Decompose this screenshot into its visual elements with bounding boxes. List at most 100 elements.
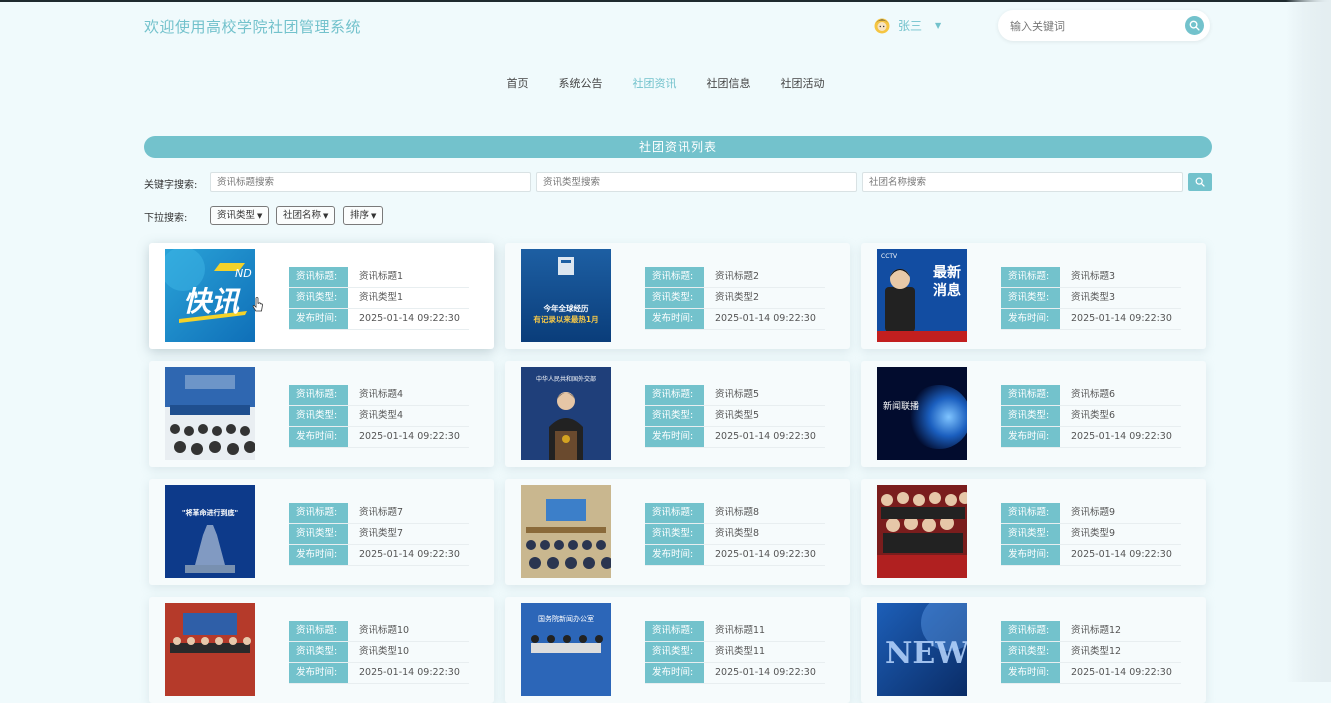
svg-text:新闻联播: 新闻联播 <box>883 400 919 412</box>
club-search-input[interactable] <box>862 172 1183 192</box>
news-type-label: 资讯类型: <box>1001 406 1060 426</box>
news-title: 资讯标题1 <box>359 271 404 282</box>
news-title: 资讯标题9 <box>1071 507 1116 518</box>
news-thumbnail[interactable]: 中华人民共和国外交部 <box>521 367 611 460</box>
global-search-input[interactable] <box>1008 17 1177 35</box>
news-thumbnail-image <box>877 485 967 578</box>
user-avatar-icon <box>874 18 890 34</box>
news-thumbnail[interactable]: 最新 消息 CCTV <box>877 249 967 342</box>
news-thumbnail[interactable] <box>877 485 967 578</box>
dropdown-label: 排序 <box>350 210 370 221</box>
news-type: 资讯类型5 <box>715 410 760 421</box>
dropdown-label: 资讯类型 <box>217 210 256 221</box>
news-title: 资讯标题6 <box>1071 389 1116 400</box>
publish-time: 2025-01-14 09:22:30 <box>1071 431 1172 442</box>
news-thumbnail[interactable]: 今年全球经历 有记录以来最热1月 <box>521 249 611 342</box>
publish-time-label: 发布时间: <box>645 663 704 683</box>
news-card[interactable]: 资讯标题: 资讯标题8 资讯类型: 资讯类型8 发布时间: 2025-01-14 09… <box>505 479 850 585</box>
news-card[interactable]: NEW 资讯标题: 资讯标题12 资讯类型: 资讯类型12 发布时间: 2025-01… <box>861 597 1206 703</box>
news-card[interactable]: 资讯标题: 资讯标题10 资讯类型: 资讯类型10 发布时间: 2025-01-14 … <box>149 597 494 703</box>
user-menu[interactable]: 张三 ▼ <box>873 16 941 34</box>
publish-time-label: 发布时间: <box>1001 427 1060 447</box>
club-name-dropdown[interactable]: 社团名称 ▼ <box>276 206 336 225</box>
nav-item-home[interactable]: 首页 <box>507 75 529 91</box>
publish-time: 2025-01-14 09:22:30 <box>1071 549 1172 560</box>
search-icon <box>1195 177 1205 187</box>
news-thumbnail[interactable]: NEW <box>877 603 967 696</box>
publish-time-label: 发布时间: <box>1001 545 1060 565</box>
news-card[interactable]: 今年全球经历 有记录以来最热1月 资讯标题: 资讯标题2 资讯类型: 资讯类型2 发… <box>505 243 850 349</box>
news-thumbnail[interactable] <box>165 367 255 460</box>
news-card[interactable]: "将革命进行到底" 资讯标题: 资讯标题7 资讯类型: 资讯类型7 发布时间: 202… <box>149 479 494 585</box>
publish-time-label: 发布时间: <box>289 663 348 683</box>
publish-time: 2025-01-14 09:22:30 <box>715 431 816 442</box>
news-card[interactable]: 新闻联播 资讯标题: 资讯标题6 资讯类型: 资讯类型6 发布时间: 2025-01-… <box>861 361 1206 467</box>
news-thumbnail[interactable] <box>521 485 611 578</box>
dropdown-label: 社团名称 <box>283 210 322 221</box>
publish-time-label: 发布时间: <box>645 427 704 447</box>
news-title-label: 资讯标题: <box>645 503 704 523</box>
news-info-table: 资讯标题: 资讯标题11 资讯类型: 资讯类型11 发布时间: 2025-01-14 … <box>645 621 825 684</box>
news-type: 资讯类型4 <box>359 410 404 421</box>
news-title-label: 资讯标题: <box>1001 621 1060 641</box>
news-title-label: 资讯标题: <box>1001 503 1060 523</box>
nav-item-club-activities[interactable]: 社团活动 <box>781 75 825 91</box>
news-type: 资讯类型11 <box>715 646 766 657</box>
title-search-input[interactable] <box>210 172 531 192</box>
news-info-table: 资讯标题: 资讯标题4 资讯类型: 资讯类型4 发布时间: 2025-01-14 09… <box>289 385 469 448</box>
news-title: 资讯标题10 <box>359 625 410 636</box>
nav-item-club-info[interactable]: 社团信息 <box>707 75 751 91</box>
nav-item-announcements[interactable]: 系统公告 <box>559 75 603 91</box>
news-card[interactable]: 国务院新闻办公室 资讯标题: 资讯标题11 资讯类型: 资讯类型11 发布时间: 20… <box>505 597 850 703</box>
svg-text:消息: 消息 <box>933 282 961 299</box>
publish-time-label: 发布时间: <box>1001 309 1060 329</box>
type-search-input[interactable] <box>536 172 857 192</box>
news-type-dropdown[interactable]: 资讯类型 ▼ <box>210 206 270 225</box>
news-info-table: 资讯标题: 资讯标题6 资讯类型: 资讯类型6 发布时间: 2025-01-14 09… <box>1001 385 1181 448</box>
news-card[interactable]: 资讯标题: 资讯标题4 资讯类型: 资讯类型4 发布时间: 2025-01-14 09… <box>149 361 494 467</box>
news-title: 资讯标题2 <box>715 271 760 282</box>
nav-item-club-news[interactable]: 社团资讯 <box>633 75 677 91</box>
news-title-label: 资讯标题: <box>289 385 348 405</box>
news-title-label: 资讯标题: <box>645 385 704 405</box>
news-info-table: 资讯标题: 资讯标题5 资讯类型: 资讯类型5 发布时间: 2025-01-14 09… <box>645 385 825 448</box>
user-name: 张三 <box>898 18 923 33</box>
news-type: 资讯类型1 <box>359 292 404 303</box>
sort-dropdown[interactable]: 排序 ▼ <box>343 206 384 225</box>
svg-text:NEW: NEW <box>885 636 967 671</box>
news-type: 资讯类型3 <box>1071 292 1116 303</box>
publish-time: 2025-01-14 09:22:30 <box>1071 313 1172 324</box>
news-type: 资讯类型7 <box>359 528 404 539</box>
news-card[interactable]: 中华人民共和国外交部 资讯标题: 资讯标题5 资讯类型: 资讯类型5 发布时间: 20… <box>505 361 850 467</box>
news-type-label: 资讯类型: <box>289 288 348 308</box>
site-title: 欢迎使用高校学院社团管理系统 <box>144 18 362 36</box>
news-thumbnail-image: 国务院新闻办公室 <box>521 603 611 696</box>
dropdown-search-label: 下拉搜索: <box>144 213 188 224</box>
section-title: 社团资讯列表 <box>144 136 1212 158</box>
news-type-label: 资讯类型: <box>289 524 348 544</box>
news-card[interactable]: 最新 消息 CCTV 资讯标题: 资讯标题3 资讯类型: 资讯类型3 发布时间: 20… <box>861 243 1206 349</box>
news-thumbnail[interactable]: "将革命进行到底" <box>165 485 255 578</box>
news-thumbnail[interactable]: 国务院新闻办公室 <box>521 603 611 696</box>
news-thumbnail[interactable]: 快讯 ND <box>165 249 255 342</box>
svg-text:CCTV: CCTV <box>881 253 898 260</box>
thumbnail-text: 快讯 <box>183 285 241 318</box>
news-type: 资讯类型12 <box>1071 646 1122 657</box>
news-card[interactable]: 快讯 ND 资讯标题: 资讯标题1 资讯类型: 资讯类型1 发布时间: 2025-01… <box>149 243 494 349</box>
news-thumbnail[interactable]: 新闻联播 <box>877 367 967 460</box>
news-title-label: 资讯标题: <box>1001 385 1060 405</box>
news-type-label: 资讯类型: <box>645 524 704 544</box>
news-type: 资讯类型2 <box>715 292 760 303</box>
svg-text:最新: 最新 <box>933 264 961 281</box>
news-card[interactable]: 资讯标题: 资讯标题9 资讯类型: 资讯类型9 发布时间: 2025-01-14 09… <box>861 479 1206 585</box>
filter-search-button[interactable] <box>1188 173 1212 191</box>
news-type: 资讯类型6 <box>1071 410 1116 421</box>
news-thumbnail[interactable] <box>165 603 255 696</box>
news-thumbnail-image: 中华人民共和国外交部 <box>521 367 611 460</box>
news-info-table: 资讯标题: 资讯标题7 资讯类型: 资讯类型7 发布时间: 2025-01-14 09… <box>289 503 469 566</box>
news-type-label: 资讯类型: <box>645 406 704 426</box>
global-search-button[interactable] <box>1185 16 1204 35</box>
publish-time: 2025-01-14 09:22:30 <box>1071 667 1172 678</box>
publish-time-label: 发布时间: <box>289 427 348 447</box>
search-icon <box>1189 20 1200 31</box>
